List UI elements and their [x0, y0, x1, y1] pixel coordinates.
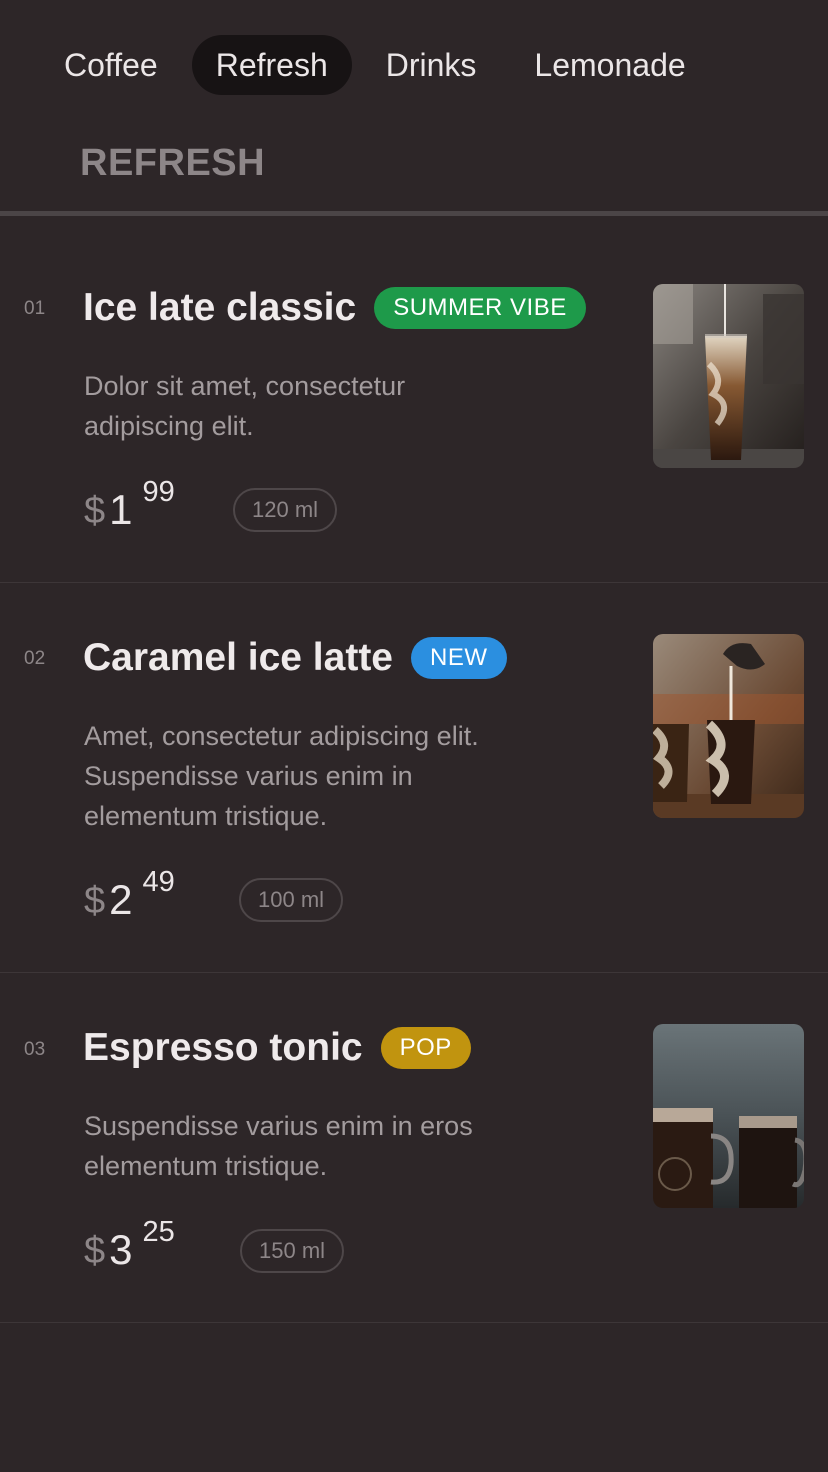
item-badge: POP	[380, 1027, 471, 1069]
price-cents: 49	[142, 866, 175, 898]
item-number: 01	[24, 298, 46, 319]
tab-lemonade[interactable]: Lemonade	[510, 35, 709, 95]
tab-coffee[interactable]: Coffee	[40, 35, 182, 95]
item-description: Dolor sit amet, consectetur adipiscing e…	[84, 371, 406, 441]
item-number: 02	[24, 648, 46, 669]
iced-latte-pour-photo	[653, 284, 804, 468]
price-whole: 3	[109, 1226, 133, 1273]
item-separator	[0, 972, 828, 973]
price-currency: $	[84, 880, 106, 922]
item-price: $ 1 99	[84, 476, 175, 534]
item-title: Caramel ice latte	[83, 636, 394, 679]
item-number: 03	[24, 1039, 46, 1060]
item-description: Amet, consectetur adipiscing elit. Suspe…	[84, 721, 479, 831]
price-whole: 2	[109, 876, 133, 923]
price-whole: 1	[109, 486, 133, 533]
caramel-latte-pour-photo	[653, 634, 804, 818]
item-price: $ 2 49	[84, 866, 175, 924]
price-currency: $	[84, 1230, 106, 1272]
item-badge: NEW	[411, 637, 507, 679]
item-badge: SUMMER VIBE	[374, 287, 586, 329]
price-cents: 99	[142, 476, 175, 508]
item-separator	[0, 1322, 828, 1323]
item-description: Suspendisse varius enim in eros elementu…	[84, 1111, 473, 1181]
tab-refresh[interactable]: Refresh	[191, 35, 352, 95]
item-separator	[0, 582, 828, 583]
item-price: $ 3 25	[84, 1216, 175, 1274]
price-cents: 25	[142, 1216, 175, 1248]
section-title: REFRESH	[80, 142, 266, 184]
item-title-row: Espresso tonic POP	[83, 1026, 471, 1070]
item-volume: 100 ml	[239, 878, 344, 922]
espresso-tonic-jars-photo	[653, 1024, 804, 1208]
section-divider	[0, 211, 828, 216]
item-volume: 120 ml	[233, 488, 338, 532]
category-tabs: Coffee Refresh Drinks Lemonade	[40, 34, 720, 96]
price-currency: $	[84, 490, 106, 532]
item-title-row: Caramel ice latte NEW	[83, 636, 507, 680]
tab-drinks[interactable]: Drinks	[362, 35, 501, 95]
item-volume: 150 ml	[240, 1229, 345, 1273]
item-title: Espresso tonic	[83, 1026, 363, 1069]
item-title: Ice late classic	[83, 286, 357, 329]
item-title-row: Ice late classic SUMMER VIBE	[83, 286, 586, 330]
